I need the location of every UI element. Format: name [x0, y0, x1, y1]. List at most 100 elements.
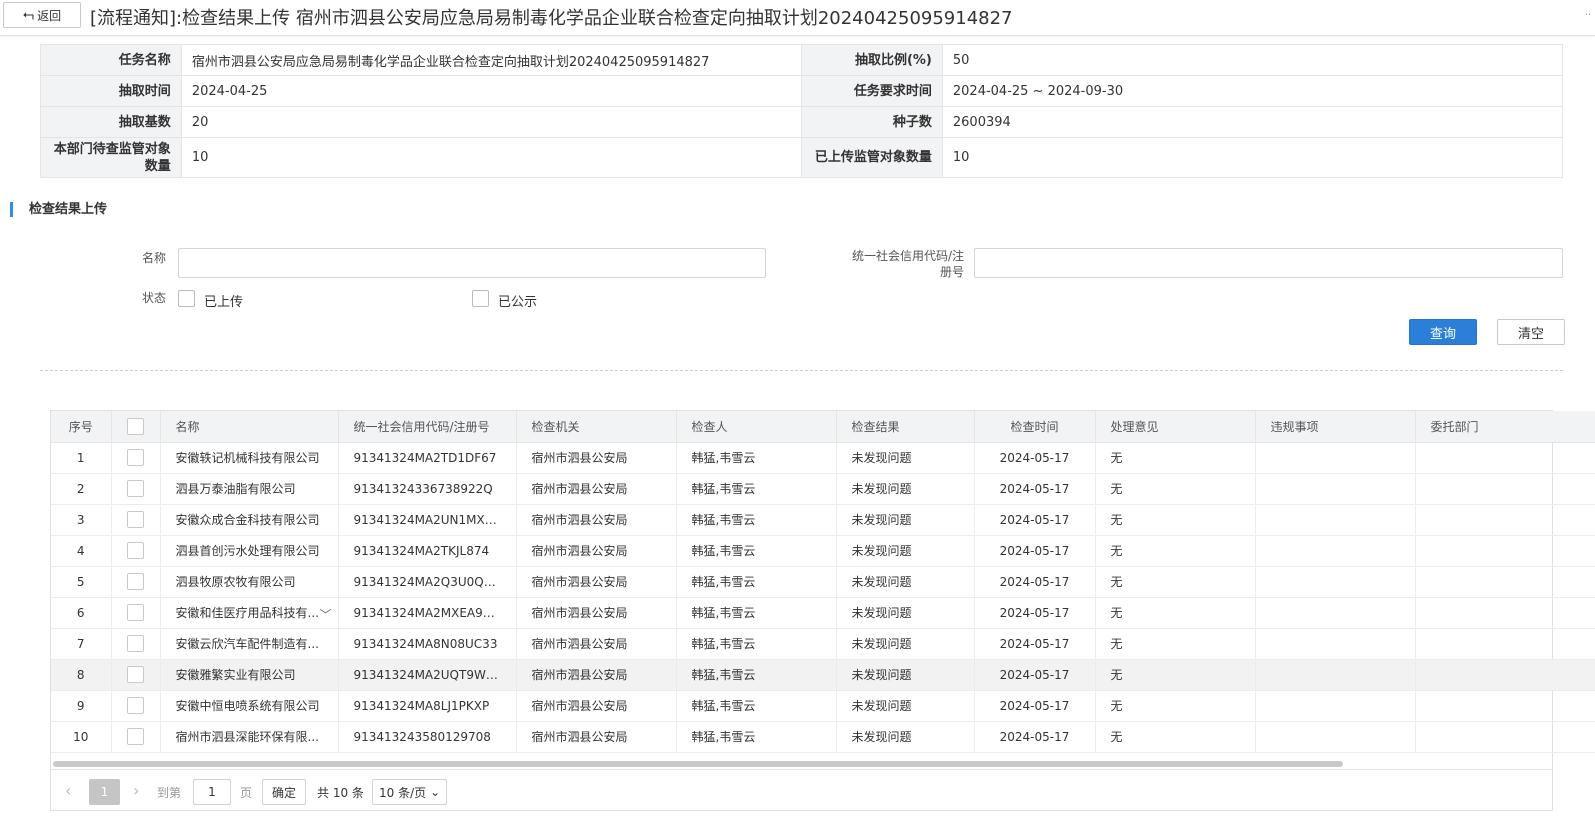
query-button[interactable]: 查询 — [1409, 319, 1477, 345]
select-all-checkbox[interactable] — [127, 417, 144, 435]
uploaded-value: 10 — [941, 137, 1564, 178]
section-title: 检查结果上传 — [10, 202, 107, 217]
table-row[interactable]: 6 安徽和佳医疗用品科技有... ﹀ 91341324MA2MXEA96W 宿州市泗县公… — [51, 597, 1595, 629]
horizontal-scrollbar[interactable] — [53, 761, 1343, 767]
pending-value: 10 — [180, 137, 803, 178]
published-checkbox[interactable] — [472, 290, 489, 307]
col-name[interactable]: 名称 — [160, 411, 339, 443]
table-row[interactable]: 5 泗县牧原农牧有限公司 91341324MA2Q3U0Q5W 宿州市泗县公安局 韩猛,… — [51, 566, 1595, 598]
row-checkbox[interactable] — [127, 635, 144, 652]
next-page-icon[interactable]: › — [133, 781, 139, 800]
goto-confirm-button[interactable]: 确定 — [262, 779, 306, 805]
row-violation — [1255, 628, 1416, 660]
table-row[interactable]: 2 泗县万泰油脂有限公司 91341324336738922Q 宿州市泗县公安局 韩猛,… — [51, 473, 1595, 505]
uploaded-checkbox[interactable] — [178, 290, 195, 307]
results-grid: 序号 名称 统一社会信用代码/注册号 检查机关 检查人 检查结果 检查时间 处理… — [50, 410, 1595, 811]
row-org: 宿州市泗县公安局 — [516, 566, 677, 598]
row-select — [111, 659, 161, 691]
ratio-value: 50 — [941, 44, 1564, 76]
col-result[interactable]: 检查结果 — [836, 411, 975, 443]
col-code[interactable]: 统一社会信用代码/注册号 — [338, 411, 517, 443]
row-checkbox[interactable] — [127, 573, 144, 590]
row-dept — [1415, 721, 1595, 753]
draw-time-value: 2024-04-25 — [180, 75, 803, 107]
row-checkbox[interactable] — [127, 542, 144, 559]
table-row[interactable]: 10 宿州市泗县深能环保有限... 913413243580129708 宿州市泗县公… — [51, 721, 1595, 753]
total-count: 共 10 条 — [317, 786, 364, 800]
row-checkbox[interactable] — [127, 604, 144, 621]
status-label: 状态 — [141, 291, 166, 305]
col-time[interactable]: 检查时间 — [974, 411, 1096, 443]
row-name: 安徽和佳医疗用品科技有... ﹀ — [160, 597, 339, 629]
row-code: 91341324MA2UQT9W8G — [338, 659, 517, 691]
pending-label: 本部门待查监管对象数量 — [40, 137, 182, 178]
more-icon[interactable]: ·· — [1585, 10, 1591, 21]
row-time: 2024-05-17 — [974, 504, 1096, 536]
row-code: 91341324MA2Q3U0Q5W — [338, 566, 517, 598]
row-dept — [1415, 597, 1595, 629]
row-inspector: 韩猛,韦雪云 — [676, 628, 837, 660]
row-dept — [1415, 566, 1595, 598]
row-result: 未发现问题 — [836, 721, 975, 753]
row-checkbox[interactable] — [127, 728, 144, 745]
row-checkbox[interactable] — [127, 480, 144, 497]
col-org[interactable]: 检查机关 — [516, 411, 677, 443]
table-row[interactable]: 7 安徽云欣汽车配件制造有... 91341324MA8N08UC33 宿州市泗县公安… — [51, 628, 1595, 660]
row-opinion: 无 — [1095, 566, 1256, 598]
table-row[interactable]: 8 安徽雅繁实业有限公司 91341324MA2UQT9W8G 宿州市泗县公安局 韩猛,… — [51, 659, 1595, 691]
row-name: 安徽众成合金科技有限公司 — [160, 504, 339, 536]
seed-value: 2600394 — [941, 106, 1564, 138]
row-opinion: 无 — [1095, 628, 1256, 660]
table-row[interactable]: 1 安徽轶记机械科技有限公司 91341324MA2TD1DF67 宿州市泗县公安局韩… — [51, 442, 1595, 474]
row-violation — [1255, 566, 1416, 598]
row-code: 91341324MA8N08UC33 — [338, 628, 517, 660]
col-no[interactable]: 序号 — [51, 411, 112, 443]
row-dept — [1415, 690, 1595, 722]
divider — [40, 370, 1563, 371]
row-inspector: 韩猛,韦雪云 — [676, 659, 837, 691]
row-opinion: 无 — [1095, 659, 1256, 691]
row-result: 未发现问题 — [836, 473, 975, 505]
clear-button[interactable]: 清空 — [1497, 319, 1565, 345]
row-code: 913413243580129708 — [338, 721, 517, 753]
row-opinion: 无 — [1095, 690, 1256, 722]
page-1-button[interactable]: 1 — [89, 779, 120, 805]
row-checkbox[interactable] — [127, 449, 144, 466]
row-time: 2024-05-17 — [974, 690, 1096, 722]
row-name: 宿州市泗县深能环保有限... — [160, 721, 339, 753]
row-violation — [1255, 597, 1416, 629]
goto-label: 到第 — [157, 786, 182, 800]
page-size-select[interactable]: 10 条/页 ⌄ — [372, 779, 447, 805]
goto-page-input[interactable]: 1 — [193, 779, 231, 805]
row-number: 6 — [51, 597, 112, 629]
col-violation[interactable]: 违规事项 — [1255, 411, 1416, 443]
published-checkbox-label: 已公示 — [498, 295, 538, 310]
page-title: [流程通知]:检查结果上传 宿州市泗县公安局应急局易制毒化学品企业联合检查定向抽… — [90, 8, 1013, 29]
row-time: 2024-05-17 — [974, 473, 1096, 505]
col-dept[interactable]: 委托部门 — [1415, 411, 1595, 443]
row-number: 10 — [51, 721, 112, 753]
table-row[interactable]: 3 安徽众成合金科技有限公司 91341324MA2UN1MX6B 宿州市泗县公安局韩… — [51, 504, 1595, 536]
col-select[interactable] — [111, 411, 161, 443]
row-name: 安徽轶记机械科技有限公司 — [160, 442, 339, 474]
row-number: 9 — [51, 690, 112, 722]
row-org: 宿州市泗县公安局 — [516, 535, 677, 567]
col-opinion[interactable]: 处理意见 — [1095, 411, 1256, 443]
row-dept — [1415, 659, 1595, 691]
row-inspector: 韩猛,韦雪云 — [676, 442, 837, 474]
col-inspector[interactable]: 检查人 — [676, 411, 837, 443]
back-button[interactable]: ⮢ 返回 — [3, 2, 81, 28]
name-input[interactable] — [178, 248, 766, 278]
row-checkbox[interactable] — [127, 697, 144, 714]
table-row[interactable]: 9 安徽中恒电喷系统有限公司 91341324MA8LJ1PKXP 宿州市泗县公安局韩… — [51, 690, 1595, 722]
task-name-label: 任务名称 — [40, 44, 182, 76]
prev-page-icon[interactable]: ‹ — [65, 781, 71, 800]
row-violation — [1255, 442, 1416, 474]
row-checkbox[interactable] — [127, 666, 144, 683]
table-row[interactable]: 4 泗县首创污水处理有限公司 91341324MA2TKJL874 宿州市泗县公安局韩… — [51, 535, 1595, 567]
row-result: 未发现问题 — [836, 597, 975, 629]
row-checkbox[interactable] — [127, 511, 144, 528]
row-name: 泗县万泰油脂有限公司 — [160, 473, 339, 505]
chevron-down-icon[interactable]: ﹀ — [319, 606, 331, 623]
code-input[interactable] — [974, 248, 1563, 278]
